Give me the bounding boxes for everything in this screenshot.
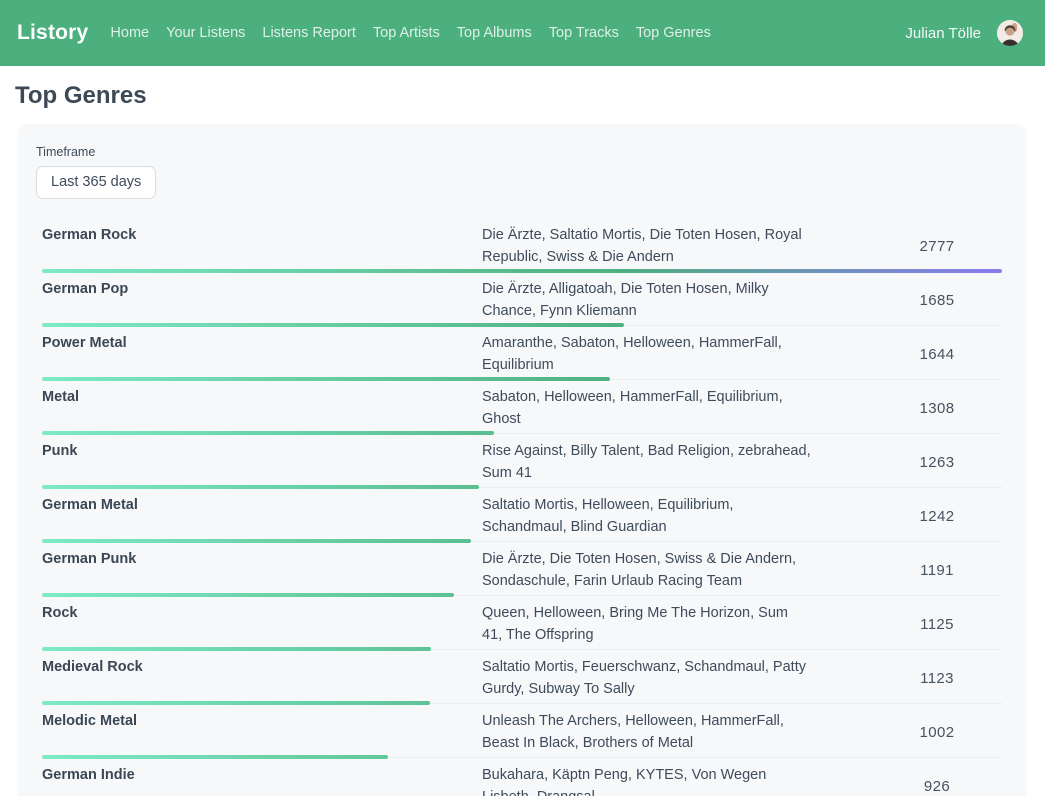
genre-name: German Pop <box>42 279 482 301</box>
genre-count: 1263 <box>920 454 955 471</box>
genre-name: Metal <box>42 387 482 409</box>
genre-artists: Die Ärzte, Saltatio Mortis, Die Toten Ho… <box>482 225 812 268</box>
genre-artists: Sabaton, Helloween, HammerFall, Equilibr… <box>482 387 812 430</box>
genre-name: German Punk <box>42 549 482 571</box>
genre-count: 1242 <box>920 508 955 525</box>
genre-count: 1191 <box>920 562 954 579</box>
genre-name: German Indie <box>42 765 482 787</box>
genre-artists: Bukahara, Käptn Peng, KYTES, Von Wegen L… <box>482 765 812 796</box>
genre-count: 1308 <box>920 400 955 417</box>
genre-row-german-metal: German Metal Saltatio Mortis, Helloween,… <box>42 488 1002 542</box>
genre-row-medieval-rock: Medieval Rock Saltatio Mortis, Feuerschw… <box>42 650 1002 704</box>
genre-row-german-indie: German Indie Bukahara, Käptn Peng, KYTES… <box>42 758 1002 796</box>
genre-artists: Queen, Helloween, Bring Me The Horizon, … <box>482 603 812 646</box>
nav-user-area: Julian Tölle <box>905 20 1023 46</box>
genre-artists: Die Ärzte, Alligatoah, Die Toten Hosen, … <box>482 279 812 322</box>
nav-item-top-genres[interactable]: Top Genres <box>636 25 711 41</box>
genre-name: Power Metal <box>42 333 482 355</box>
genre-count: 1644 <box>920 346 955 363</box>
genre-artists: Saltatio Mortis, Feuerschwanz, Schandmau… <box>482 657 812 700</box>
genre-table: German Rock Die Ärzte, Saltatio Mortis, … <box>42 218 1002 796</box>
genre-count: 1685 <box>920 292 955 309</box>
user-avatar[interactable] <box>997 20 1023 46</box>
navbar: Listory Home Your Listens Listens Report To… <box>0 0 1045 66</box>
genre-name: German Rock <box>42 225 482 247</box>
genre-name: Rock <box>42 603 482 625</box>
nav-item-top-tracks[interactable]: Top Tracks <box>549 25 619 41</box>
page-title: Top Genres <box>15 82 1045 110</box>
nav-item-top-albums[interactable]: Top Albums <box>457 25 532 41</box>
user-name-link[interactable]: Julian Tölle <box>905 25 981 42</box>
genre-count: 1123 <box>920 670 954 687</box>
user-photo-icon <box>997 20 1023 46</box>
genre-row-melodic-metal: Melodic Metal Unleash The Archers, Hello… <box>42 704 1002 758</box>
timeframe-label: Timeframe <box>36 145 1002 159</box>
genre-name: Punk <box>42 441 482 463</box>
genre-name: Medieval Rock <box>42 657 482 679</box>
genre-count: 1125 <box>920 616 954 633</box>
genre-artists: Die Ärzte, Die Toten Hosen, Swiss & Die … <box>482 549 812 592</box>
genre-name: Melodic Metal <box>42 711 482 733</box>
top-genres-card: Timeframe Last 365 days German Rock Die … <box>18 124 1026 796</box>
genre-row-german-rock: German Rock Die Ärzte, Saltatio Mortis, … <box>42 218 1002 272</box>
nav-item-your-listens[interactable]: Your Listens <box>166 25 245 41</box>
genre-name: German Metal <box>42 495 482 517</box>
genre-row-power-metal: Power Metal Amaranthe, Sabaton, Hellowee… <box>42 326 1002 380</box>
main-nav: Home Your Listens Listens Report Top Artist… <box>110 25 710 41</box>
genre-row-german-punk: German Punk Die Ärzte, Die Toten Hosen, … <box>42 542 1002 596</box>
genre-artists: Amaranthe, Sabaton, Helloween, HammerFal… <box>482 333 812 376</box>
genre-row-metal: Metal Sabaton, Helloween, HammerFall, Eq… <box>42 380 1002 434</box>
genre-artists: Saltatio Mortis, Helloween, Equilibrium,… <box>482 495 812 538</box>
genre-row-rock: Rock Queen, Helloween, Bring Me The Hori… <box>42 596 1002 650</box>
timeframe-select[interactable]: Last 365 days <box>36 166 156 199</box>
nav-item-home[interactable]: Home <box>110 25 149 41</box>
genre-artists: Rise Against, Billy Talent, Bad Religion… <box>482 441 812 484</box>
nav-item-top-artists[interactable]: Top Artists <box>373 25 440 41</box>
app-logo[interactable]: Listory <box>17 21 88 45</box>
genre-row-german-pop: German Pop Die Ärzte, Alligatoah, Die To… <box>42 272 1002 326</box>
genre-count: 926 <box>924 778 950 795</box>
genre-count: 1002 <box>920 724 955 741</box>
genre-artists: Unleash The Archers, Helloween, HammerFa… <box>482 711 812 754</box>
genre-count: 2777 <box>920 238 955 255</box>
nav-item-listens-report[interactable]: Listens Report <box>262 25 356 41</box>
genre-row-punk: Punk Rise Against, Billy Talent, Bad Rel… <box>42 434 1002 488</box>
